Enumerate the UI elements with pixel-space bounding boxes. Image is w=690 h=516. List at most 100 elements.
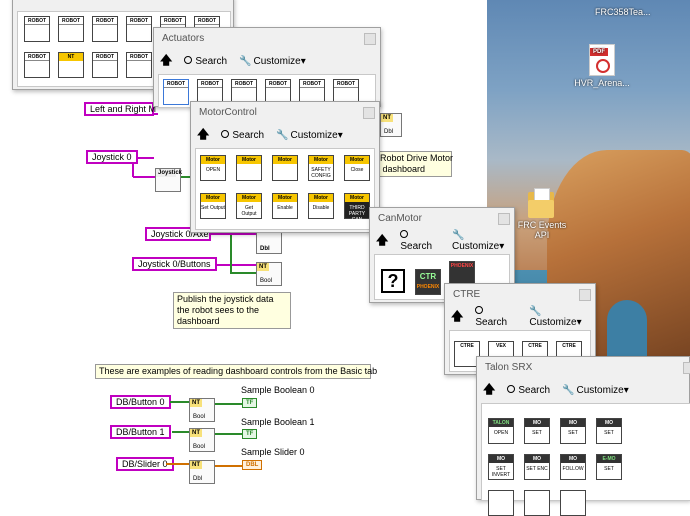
control-joystick0[interactable]: Joystick 0 [86, 150, 138, 164]
up-arrow-icon[interactable]: 🡅 [376, 231, 388, 252]
joystick-get-node[interactable]: Joystick [155, 168, 183, 192]
customize-button[interactable]: 🔧Customize▾ [239, 56, 306, 67]
indicator-sample-slider0[interactable]: DBL [242, 460, 263, 470]
search-icon [221, 129, 230, 138]
palette-tile-set-enc[interactable]: MO SET ENC [524, 454, 550, 480]
up-arrow-icon[interactable]: 🡅 [483, 380, 495, 401]
nt-dbl-node[interactable]: Dbl [256, 232, 282, 254]
search-icon [507, 384, 516, 393]
close-button[interactable] [363, 107, 375, 119]
control-db-button1[interactable]: DB/Button 1 [110, 425, 171, 439]
palette-tile[interactable]: ROBOT [24, 16, 50, 42]
indicator-sample-bool0[interactable]: TF [242, 398, 258, 408]
palette-actuators[interactable]: Actuators 🡅 Search 🔧 Customize▾ ROBOT ROB… [153, 27, 381, 108]
palette-tile[interactable]: Motor [272, 155, 298, 181]
customize-button[interactable]: 🔧Customize▾ [452, 230, 514, 252]
palette-tile-safety-config[interactable]: Motor SAFETY CONFIG [308, 155, 334, 181]
up-arrow-icon[interactable]: 🡅 [451, 307, 463, 328]
palette-tile-follow[interactable]: MO FOLLOW [560, 454, 586, 480]
palette-tile-unknown[interactable]: ? [381, 269, 405, 293]
palette-tile[interactable]: ROBOT [24, 52, 50, 78]
control-label: DB/Slider 0 [122, 459, 168, 469]
palette-tile[interactable]: ROBOT [126, 16, 152, 42]
comment-text: Publish the joystick data the robot sees… [177, 294, 274, 326]
search-button[interactable]: Search [400, 230, 440, 252]
palette-talon-srx[interactable]: Talon SRX 🡅 Search 🔧 Customize▾ TALON OPEN… [476, 356, 690, 516]
nt-bool-node-0[interactable]: NT Bool [189, 398, 215, 422]
wire [212, 264, 256, 266]
search-button[interactable]: Search [475, 306, 517, 328]
palette-tile[interactable]: ROBOT [58, 16, 84, 42]
search-button[interactable]: Search [184, 55, 227, 67]
close-button[interactable] [498, 213, 510, 225]
search-label: Search [475, 317, 508, 328]
palette-tile-third-party-can[interactable]: Motor THIRD PARTY CAN [344, 193, 370, 223]
close-button[interactable] [579, 289, 591, 301]
node-title: Joystick [156, 169, 183, 177]
palette-tile[interactable]: ROBOT [92, 16, 118, 42]
palette-tile-enable[interactable]: Motor Enable [272, 193, 298, 219]
customize-button[interactable]: 🔧Customize▾ [562, 385, 629, 396]
palette-title: MotorControl [199, 107, 257, 118]
wrench-icon: 🔧 [452, 230, 465, 241]
node-type-label: Bool [193, 444, 206, 450]
wire [172, 431, 189, 433]
palette-tile-get-output[interactable]: Motor Get Output [236, 193, 262, 219]
palette-tile-ctr-phoenix[interactable]: CTR PHOENIX [415, 269, 441, 295]
palette-title: Actuators [162, 33, 205, 44]
palette-tile[interactable] [488, 490, 514, 516]
palette-tile-emo-set[interactable]: E-MO SET [596, 454, 622, 480]
palette-title-bar[interactable]: Talon SRX [477, 357, 690, 379]
desktop-item-frc358[interactable]: FRC358Tea... [595, 7, 651, 17]
palette-talon-body: TALON OPEN MO SET MO SET MO SET MO SET INVERT… [481, 403, 690, 516]
palette-tile[interactable]: Motor [236, 155, 262, 181]
nt-bool-node-1[interactable]: NT Bool [189, 428, 215, 452]
palette-toolbar: 🡅 Search 🔧Customize▾ [477, 379, 689, 401]
close-button[interactable] [364, 33, 376, 45]
palette-tile-talon-open[interactable]: TALON OPEN [488, 418, 514, 444]
palette-tile-disable[interactable]: Motor Disable [308, 193, 334, 219]
rock-arch [607, 300, 647, 360]
indicator-sample-bool1[interactable]: TF [242, 429, 258, 439]
up-arrow-icon[interactable]: 🡅 [197, 125, 209, 146]
desktop-item-frc-events-api[interactable]: FRC Events API [517, 188, 567, 240]
control-joystick0-buttons[interactable]: Joystick 0/Buttons [132, 257, 217, 271]
palette-tile[interactable] [524, 490, 550, 516]
indicator-label-sample-bool0: Sample Boolean 0 [241, 385, 315, 395]
palette-tile-set[interactable]: MO SET [560, 418, 586, 444]
pdf-badge: PDF [590, 48, 608, 56]
palette-tile-close[interactable]: Motor Close [344, 155, 370, 181]
palette-tile-set[interactable]: MO SET [524, 418, 550, 444]
palette-tile[interactable] [560, 490, 586, 516]
search-button[interactable]: Search [507, 384, 550, 396]
palette-tile-set-output[interactable]: Motor Set Output [200, 193, 226, 219]
close-button[interactable] [683, 362, 690, 374]
palette-tile-set-invert[interactable]: MO SET INVERT [488, 454, 514, 480]
customize-button[interactable]: 🔧Customize▾ [276, 130, 343, 141]
control-db-button0[interactable]: DB/Button 0 [110, 395, 171, 409]
palette-tile-motor-open[interactable]: Motor OPEN [200, 155, 226, 181]
palette-title-bar[interactable]: CanMotor [370, 208, 514, 230]
palette-title-bar[interactable]: MotorControl [191, 102, 379, 124]
nt-bool-node[interactable]: NT Bool [256, 262, 282, 286]
node-type-label: Dbl [193, 476, 203, 482]
palette-title-bar[interactable]: CTRE [445, 284, 595, 306]
nt-dbl-node-right[interactable]: NT Dbl [380, 113, 402, 137]
search-button[interactable]: Search [221, 129, 264, 141]
nt-dbl-node-slider[interactable]: NT Dbl [189, 460, 215, 484]
palette-tile-set[interactable]: MO SET [596, 418, 622, 444]
palette-tile-selected[interactable]: ROBOT [163, 79, 189, 105]
customize-button[interactable]: 🔧Customize▾ [529, 306, 595, 328]
palette-tile[interactable]: ROBOT [126, 52, 152, 78]
up-arrow-icon[interactable]: 🡅 [160, 51, 172, 72]
palette-tile[interactable]: NT [58, 52, 84, 78]
palette-title-bar[interactable]: Actuators [154, 28, 380, 50]
palette-motorcontrol[interactable]: MotorControl 🡅 Search 🔧 Customize▾ Motor O… [190, 101, 380, 233]
control-db-slider0[interactable]: DB/Slider 0 [116, 457, 174, 471]
node-type-label: Bool [193, 414, 206, 420]
wire [215, 433, 242, 435]
wire [133, 176, 155, 178]
desktop-item-pdf[interactable]: PDF HVR_Arena... [567, 44, 637, 88]
control-left-right-motors[interactable]: Left and Right M [84, 102, 156, 116]
palette-tile[interactable]: ROBOT [92, 52, 118, 78]
